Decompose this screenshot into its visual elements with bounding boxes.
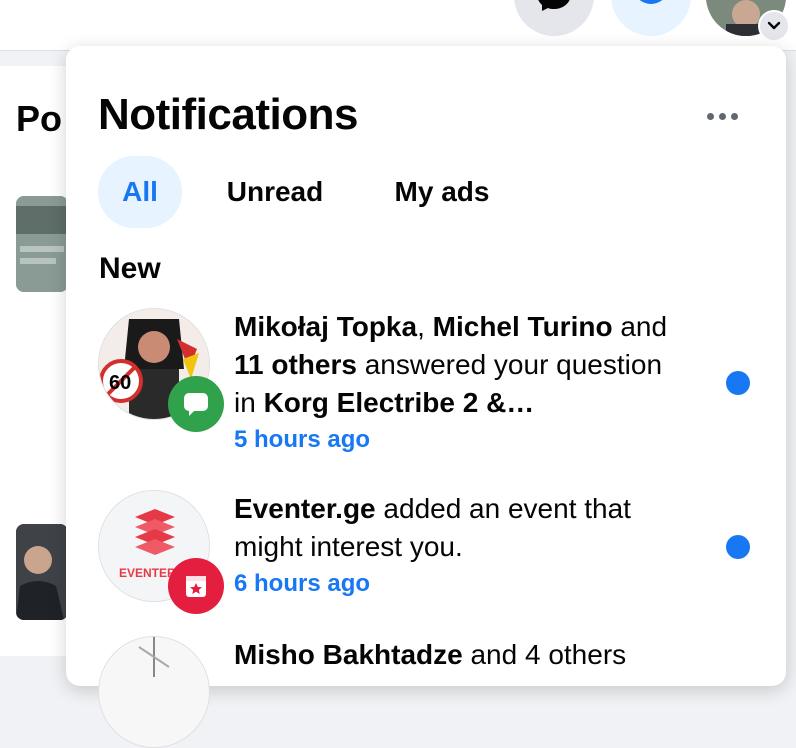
- notifications-button[interactable]: [611, 0, 691, 36]
- notification-avatar-wrap: 60: [98, 308, 224, 432]
- notifications-panel: Notifications All Unread My ads New 60 M…: [66, 46, 786, 748]
- notification-time: 5 hours ago: [234, 426, 371, 453]
- more-options-button[interactable]: [694, 96, 750, 136]
- notification-avatar-wrap: [98, 636, 210, 748]
- background-thumbnail-1[interactable]: [16, 196, 68, 292]
- messenger-icon: [538, 0, 570, 11]
- actor-name: Mikołaj Topka: [234, 311, 418, 342]
- background-page-title: Po: [16, 98, 63, 139]
- notification-item[interactable]: 60 Mikołaj Topka, Michel Turino and 11 o…: [98, 308, 758, 458]
- unread-indicator: [726, 535, 750, 559]
- top-navigation-bar: [0, 0, 796, 51]
- unread-indicator: [726, 371, 750, 395]
- thumbnail-image: [16, 196, 68, 292]
- tab-unread[interactable]: Unread: [200, 156, 350, 228]
- text: and: [612, 311, 668, 342]
- text: and 4 others: [462, 639, 627, 670]
- actor-name: Michel Turino: [432, 311, 613, 342]
- dot: [730, 112, 738, 120]
- thumbnail-image: [16, 524, 68, 620]
- group-name: Korg Electribe 2 &…: [263, 387, 535, 418]
- user-avatar-image: [99, 637, 209, 747]
- message-badge: [168, 376, 224, 432]
- avatar: [98, 636, 210, 748]
- actor-name: Eventer.ge: [234, 493, 376, 524]
- notification-item[interactable]: Misho Bakhtadze and 4 others: [98, 636, 758, 748]
- message-bubble-icon: [184, 393, 208, 416]
- messenger-button[interactable]: [514, 0, 594, 36]
- notification-time: 6 hours ago: [234, 570, 371, 597]
- panel-title: Notifications: [98, 90, 358, 139]
- tab-all[interactable]: All: [98, 156, 182, 228]
- notification-text: Misho Bakhtadze and 4 others: [234, 636, 684, 674]
- others-count: 11 others: [234, 349, 357, 380]
- event-badge: [168, 558, 224, 614]
- bell-icon: [639, 0, 663, 4]
- avatar-label: EVENTER: [119, 566, 176, 580]
- account-menu-caret[interactable]: [758, 10, 790, 42]
- svg-text:60: 60: [109, 372, 131, 394]
- background-thumbnail-2[interactable]: [16, 524, 68, 620]
- actor-name: Misho Bakhtadze: [234, 639, 463, 670]
- notification-item[interactable]: EVENTER Eventer.ge added an event that m…: [98, 490, 758, 620]
- event-star-icon: [186, 576, 206, 597]
- notification-avatar-wrap: EVENTER: [98, 490, 224, 614]
- separator: ,: [417, 311, 433, 342]
- chevron-down-icon: [767, 21, 781, 30]
- dot: [718, 112, 726, 120]
- section-heading-new: New: [99, 252, 161, 285]
- more-horizontal-icon: [706, 112, 714, 120]
- notification-text: Eventer.ge added an event that might int…: [234, 490, 684, 602]
- notification-text: Mikołaj Topka, Michel Turino and 11 othe…: [234, 308, 684, 458]
- tab-my-ads[interactable]: My ads: [368, 156, 516, 228]
